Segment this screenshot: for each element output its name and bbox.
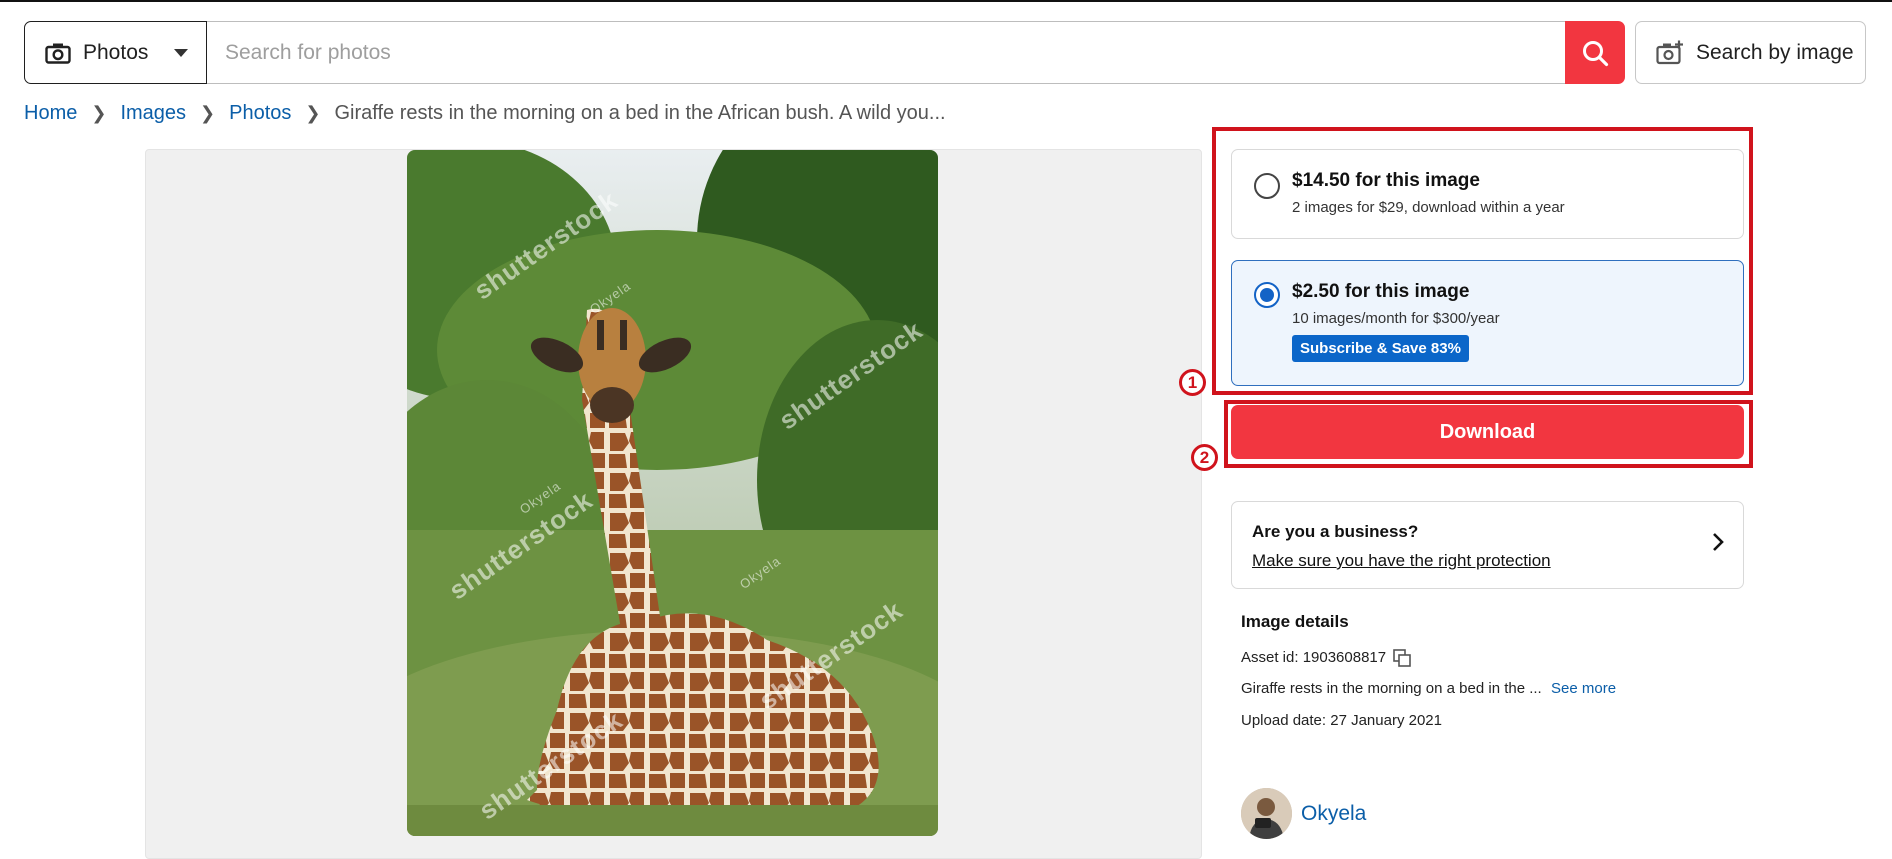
upload-date: Upload date: 27 January 2021 xyxy=(1241,712,1442,729)
search-input[interactable] xyxy=(207,21,1565,84)
avatar[interactable] xyxy=(1241,788,1292,839)
media-type-label: Photos xyxy=(83,40,149,64)
breadcrumb: Home ❯ Images ❯ Photos ❯ Giraffe rests i… xyxy=(24,99,946,127)
image-search-icon xyxy=(1656,40,1683,64)
price-option-single[interactable]: $14.50 for this image 2 images for $29, … xyxy=(1231,149,1744,239)
business-title: Are you a business? xyxy=(1252,522,1419,541)
copy-icon[interactable] xyxy=(1393,649,1411,667)
breadcrumb-images[interactable]: Images xyxy=(120,102,186,125)
chevron-right-icon: ❯ xyxy=(200,102,216,123)
radio-button[interactable] xyxy=(1254,173,1280,199)
image-details-title: Image details xyxy=(1241,612,1349,631)
annotation-marker-1: 1 xyxy=(1179,369,1206,396)
chevron-down-icon xyxy=(174,48,188,57)
chevron-right-icon: ❯ xyxy=(91,102,107,123)
business-protection-link[interactable]: Make sure you have the right protection xyxy=(1252,551,1551,571)
price-subtitle: 2 images for $29, download within a year xyxy=(1292,199,1565,216)
giraffe-photo[interactable]: shutterstock shutterstock shutterstock s… xyxy=(407,150,938,836)
chevron-right-icon: ❯ xyxy=(305,102,321,123)
breadcrumb-home[interactable]: Home xyxy=(24,102,77,125)
download-button[interactable]: Download xyxy=(1231,405,1744,459)
price-title: $14.50 for this image xyxy=(1292,170,1480,191)
price-title: $2.50 for this image xyxy=(1292,281,1470,302)
image-description: Giraffe rests in the morning on a bed in… xyxy=(1241,680,1542,697)
asset-id: Asset id: 1903608817 xyxy=(1241,649,1387,666)
chevron-right-icon xyxy=(1713,533,1724,551)
radio-button-selected[interactable] xyxy=(1254,282,1280,308)
breadcrumb-current: Giraffe rests in the morning on a bed in… xyxy=(334,101,946,124)
subscribe-save-badge: Subscribe & Save 83% xyxy=(1292,335,1469,362)
price-subtitle: 10 images/month for $300/year xyxy=(1292,310,1500,327)
search-icon xyxy=(1583,40,1609,66)
business-promo-card[interactable]: Are you a business? Make sure you have t… xyxy=(1231,501,1744,589)
search-by-image-label: Search by image xyxy=(1696,40,1854,64)
top-border xyxy=(0,0,1892,2)
annotation-marker-2: 2 xyxy=(1191,444,1218,471)
search-bar: Photos xyxy=(24,21,1625,84)
contributor[interactable]: Okyela xyxy=(1241,788,1366,839)
see-more-link[interactable]: See more xyxy=(1551,680,1616,697)
camera-icon xyxy=(45,43,71,64)
price-option-subscription[interactable]: $2.50 for this image 10 images/month for… xyxy=(1231,260,1744,386)
media-type-dropdown[interactable]: Photos xyxy=(24,21,207,84)
search-button[interactable] xyxy=(1565,21,1625,84)
search-by-image-button[interactable]: Search by image xyxy=(1635,21,1866,84)
contributor-name[interactable]: Okyela xyxy=(1301,802,1366,826)
breadcrumb-photos[interactable]: Photos xyxy=(229,102,291,125)
